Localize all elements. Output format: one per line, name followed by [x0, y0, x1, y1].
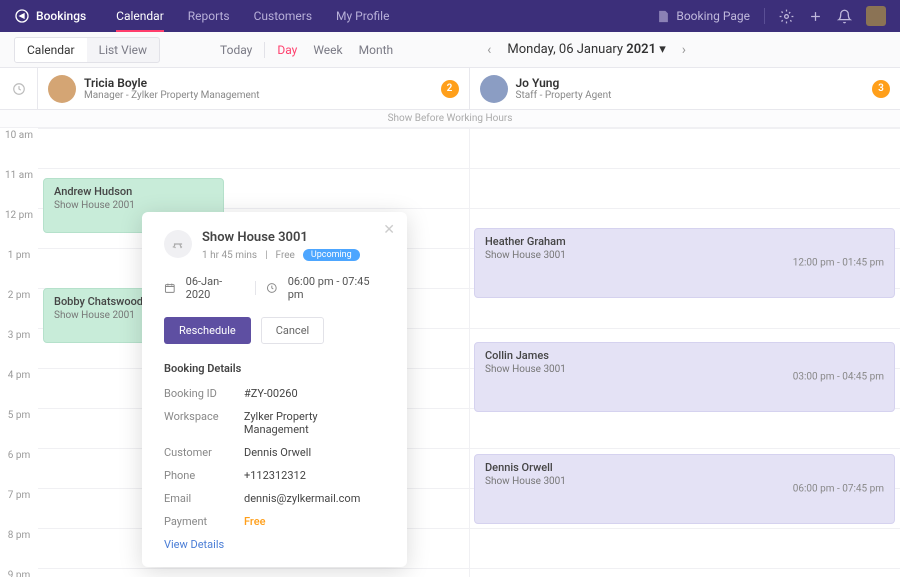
staff-header: Tricia Boyle Manager - Zylker Property M… — [0, 68, 900, 110]
reschedule-button[interactable]: Reschedule — [164, 317, 251, 344]
cancel-button[interactable]: Cancel — [261, 317, 324, 344]
date-navigator: ‹ Monday, 06 January 2021 ▾ › — [487, 42, 686, 58]
clock-icon — [266, 282, 278, 294]
staff-name: Jo Yung — [516, 76, 865, 90]
calendar-event[interactable]: Collin JamesShow House 300103:00 pm - 04… — [474, 342, 895, 412]
top-bar: Bookings Calendar Reports Customers My P… — [0, 0, 900, 32]
chevron-down-icon: ▾ — [659, 42, 666, 57]
hour-label: 2 pm — [0, 288, 38, 328]
booking-page-link[interactable]: Booking Page — [656, 9, 750, 24]
staff-column-1[interactable]: Tricia Boyle Manager - Zylker Property M… — [38, 68, 470, 109]
section-heading: Booking Details — [164, 362, 385, 375]
next-day-button[interactable]: › — [682, 42, 686, 58]
plus-icon[interactable] — [808, 9, 823, 24]
calendar-event[interactable]: Dennis OrwellShow House 300106:00 pm - 0… — [474, 454, 895, 524]
bell-icon[interactable] — [837, 9, 852, 24]
status-badge: Upcoming — [303, 249, 360, 261]
close-icon[interactable]: ✕ — [383, 222, 395, 238]
hour-label: 6 pm — [0, 448, 38, 488]
calendar-icon — [164, 282, 176, 294]
payment-value: Free — [244, 515, 266, 528]
phone-value: +112312312 — [244, 469, 306, 482]
staff-column-2[interactable]: Jo Yung Staff - Property Agent 3 — [470, 68, 900, 109]
hour-label: 3 pm — [0, 328, 38, 368]
hour-label: 5 pm — [0, 408, 38, 448]
nav-profile[interactable]: My Profile — [336, 0, 389, 32]
sub-bar: Calendar List View Today Day Week Month … — [0, 32, 900, 68]
nav-calendar[interactable]: Calendar — [116, 0, 164, 32]
email-value: dennis@zylkermail.com — [244, 492, 360, 505]
hour-label: 1 pm — [0, 248, 38, 288]
current-date[interactable]: Monday, 06 January 2021 ▾ — [507, 42, 665, 57]
before-hours-toggle[interactable]: Show Before Working Hours — [0, 110, 900, 128]
popover-price: Free — [276, 250, 295, 261]
brand-text: Bookings — [36, 9, 86, 23]
clock-icon — [0, 68, 38, 109]
hour-label: 9 pm — [0, 568, 38, 577]
workspace-value: Zylker Property Management — [244, 410, 385, 436]
booking-id-value: #ZY-00260 — [244, 387, 298, 400]
calendar-grid: 10 am11 am12 pm1 pm2 pm3 pm4 pm5 pm6 pm7… — [0, 128, 900, 577]
range-month[interactable]: Month — [359, 43, 393, 57]
nav-customers[interactable]: Customers — [254, 0, 312, 32]
hour-label: 4 pm — [0, 368, 38, 408]
staff-badge: 3 — [872, 80, 890, 98]
avatar — [48, 75, 76, 103]
view-segment: Calendar List View — [14, 37, 160, 63]
view-list[interactable]: List View — [87, 38, 159, 62]
range-day[interactable]: Day — [277, 43, 297, 57]
top-right: Booking Page — [656, 6, 886, 26]
staff-name: Tricia Boyle — [84, 76, 433, 90]
popover-title: Show House 3001 — [202, 230, 360, 245]
hour-label: 11 am — [0, 168, 38, 208]
brand-logo: Bookings — [14, 8, 86, 24]
view-calendar[interactable]: Calendar — [15, 38, 87, 62]
calendar-event[interactable]: Heather GrahamShow House 300112:00 pm - … — [474, 228, 895, 298]
hour-label: 7 pm — [0, 488, 38, 528]
range-week[interactable]: Week — [313, 43, 342, 57]
staff-role: Staff - Property Agent — [516, 90, 865, 101]
popover-date: 06-Jan-2020 — [186, 275, 245, 301]
main-nav: Calendar Reports Customers My Profile — [116, 0, 389, 32]
booking-popover: ✕ Show House 3001 1 hr 45 mins | Free Up… — [142, 212, 407, 567]
separator — [764, 8, 765, 24]
booking-type-icon — [164, 230, 192, 258]
nav-reports[interactable]: Reports — [188, 0, 230, 32]
avatar — [480, 75, 508, 103]
hour-label: 8 pm — [0, 528, 38, 568]
user-avatar[interactable] — [866, 6, 886, 26]
staff-badge: 2 — [441, 80, 459, 98]
hour-label: 10 am — [0, 128, 38, 168]
popover-time: 06:00 pm - 07:45 pm — [288, 275, 385, 301]
hour-label: 12 pm — [0, 208, 38, 248]
prev-day-button[interactable]: ‹ — [487, 42, 491, 58]
customer-value: Dennis Orwell — [244, 446, 311, 459]
separator — [264, 42, 265, 58]
today-button[interactable]: Today — [220, 43, 252, 57]
popover-duration: 1 hr 45 mins — [202, 250, 257, 261]
range-segment: Day Week Month — [277, 43, 393, 57]
staff-role: Manager - Zylker Property Management — [84, 90, 433, 101]
view-details-link[interactable]: View Details — [164, 538, 385, 551]
gear-icon[interactable] — [779, 9, 794, 24]
